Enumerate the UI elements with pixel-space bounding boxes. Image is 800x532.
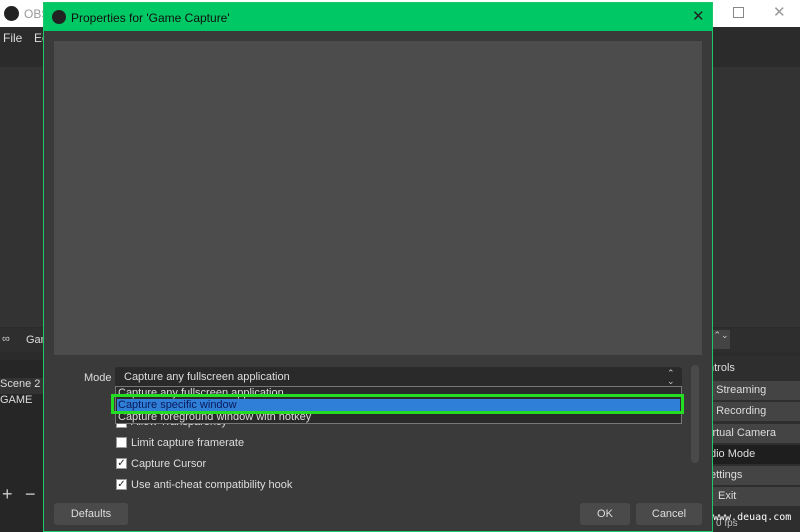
cancel-button[interactable]: Cancel xyxy=(636,503,702,525)
close-icon[interactable]: ✕ xyxy=(773,3,786,21)
scene-item[interactable]: GAME xyxy=(0,394,43,410)
checkbox-anti-cheat[interactable]: ✓ xyxy=(116,479,127,490)
maximize-icon[interactable] xyxy=(733,7,744,18)
close-icon[interactable]: ✕ xyxy=(692,7,705,25)
watermark: www.deuaq.com xyxy=(713,512,792,523)
add-scene-icon[interactable]: + xyxy=(2,484,13,505)
spinner-icon[interactable]: ⌃⌄ xyxy=(712,330,730,349)
capture-preview xyxy=(54,41,702,355)
defaults-button[interactable]: Defaults xyxy=(54,503,128,525)
dialog-titlebar: Properties for 'Game Capture' ✕ xyxy=(44,3,712,31)
obs-logo-icon xyxy=(52,10,66,24)
start-recording-button[interactable]: t Recording xyxy=(706,402,800,421)
scene-item[interactable]: Scene 2 xyxy=(0,378,43,394)
settings-button[interactable]: ettings xyxy=(706,466,800,485)
scenes-panel: Scene 2 GAME + − xyxy=(0,360,43,532)
checkbox-capture-cursor[interactable]: ✓ xyxy=(116,458,127,469)
scrollbar[interactable] xyxy=(691,365,699,463)
checkbox-label: Limit capture framerate xyxy=(131,437,245,449)
checkbox-label: Use anti-cheat compatibility hook xyxy=(131,479,293,491)
dialog-title: Properties for 'Game Capture' xyxy=(71,11,230,25)
studio-mode-button[interactable]: dio Mode xyxy=(706,445,800,464)
mode-select-value: Capture any fullscreen application xyxy=(124,371,290,383)
start-streaming-button[interactable]: t Streaming xyxy=(706,381,800,400)
mode-label: Mode xyxy=(84,372,112,384)
remove-scene-icon[interactable]: − xyxy=(25,484,36,505)
chevron-updown-icon: ⌃ ⌄ xyxy=(667,368,675,386)
exit-button[interactable]: Exit xyxy=(706,487,800,506)
ok-button[interactable]: OK xyxy=(580,503,630,525)
mode-select[interactable]: Capture any fullscreen application ⌃ ⌄ xyxy=(115,367,682,387)
highlight-outline xyxy=(111,394,684,414)
gamepad-icon: ∞ xyxy=(2,333,10,345)
obs-logo-icon xyxy=(4,6,19,21)
menu-file[interactable]: File xyxy=(3,31,22,45)
properties-dialog: Properties for 'Game Capture' ✕ Mode Cap… xyxy=(43,2,713,532)
checkbox-limit-framerate[interactable] xyxy=(116,437,127,448)
checkbox-label: Capture Cursor xyxy=(131,458,207,470)
virtual-camera-button[interactable]: irtual Camera xyxy=(706,424,800,443)
